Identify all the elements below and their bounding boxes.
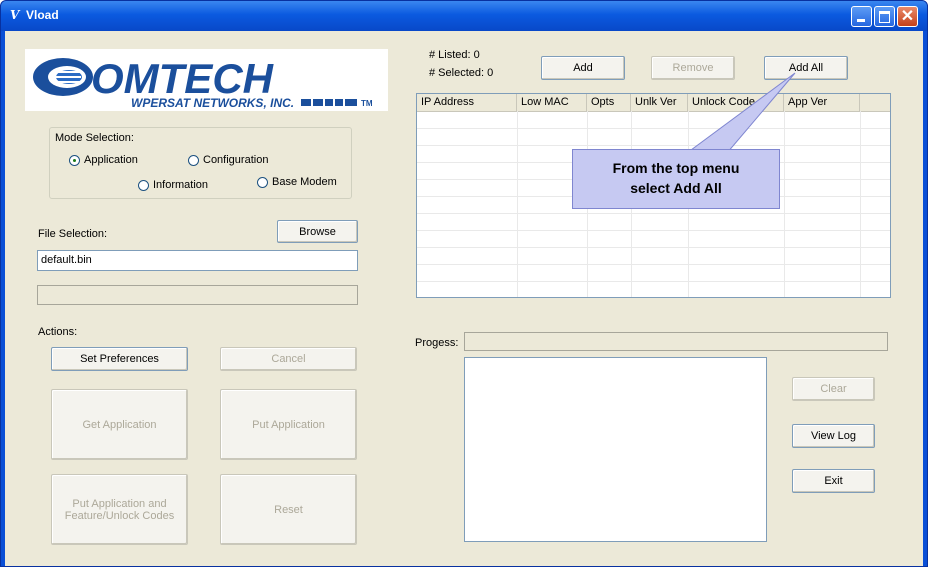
callout-line2: select Add All [630,180,722,196]
radio-application-indicator[interactable] [69,154,80,166]
put-application-and-codes-line2: Feature/Unlock Codes [64,509,175,522]
radio-base-modem-indicator[interactable] [257,176,268,188]
radio-application[interactable]: Application [69,154,138,166]
mode-selection-label: Mode Selection: [53,132,136,144]
view-log-button[interactable]: View Log [792,424,875,448]
maximize-button[interactable] [874,6,895,27]
column-header-opts[interactable]: Opts [587,94,631,111]
radio-base-modem[interactable]: Base Modem [257,176,337,188]
put-application-and-codes-line1: Put Application and [72,497,167,510]
column-header-ip-address[interactable]: IP Address [417,94,517,111]
reset-button[interactable]: Reset [220,474,357,545]
title-bar[interactable]: V Vload ✕ [1,1,927,31]
close-icon: ✕ [900,8,915,25]
radio-information-label: Information [153,179,209,191]
selected-count: # Selected: 0 [429,67,494,79]
log-output-area[interactable] [464,357,767,542]
comtech-logo: OMTECH WPERSAT NETWORKS, INC. TM [25,49,388,111]
radio-configuration-indicator[interactable] [188,154,199,166]
exit-button[interactable]: Exit [792,469,875,493]
app-icon: V [10,8,20,22]
listed-count: # Listed: 0 [429,49,480,61]
actions-label: Actions: [38,326,78,338]
comtech-logo-graphic: OMTECH WPERSAT NETWORKS, INC. TM [33,55,373,110]
file-selection-label: File Selection: [38,228,108,240]
logo-tm-text: TM [361,99,373,108]
minimize-icon [852,7,871,26]
minimize-button[interactable] [851,6,872,27]
logo-subtitle-text: WPERSAT NETWORKS, INC. [131,96,294,110]
close-button[interactable]: ✕ [897,6,918,27]
progress-label: Progess: [415,337,459,349]
table-header: IP Address Low MAC Opts Unlk Ver Unlock … [417,94,890,112]
put-application-and-codes-button[interactable]: Put Application and Feature/Unlock Codes [51,474,188,545]
radio-configuration[interactable]: Configuration [188,154,268,166]
radio-configuration-label: Configuration [203,154,269,166]
maximize-icon [875,7,894,26]
cancel-button[interactable]: Cancel [220,347,357,371]
radio-base-modem-label: Base Modem [272,176,337,188]
column-header-low-mac[interactable]: Low MAC [517,94,587,111]
progress-bar [464,332,888,351]
callout-line1: From the top menu [612,160,740,176]
app-window: V Vload ✕ OMTECH WPERSAT NETWORKS, INC. [0,0,928,567]
callout-box: From the top menu select Add All [572,149,780,209]
browse-button[interactable]: Browse [277,220,358,243]
add-button[interactable]: Add [541,56,625,80]
callout-text: From the top menu select Add All [573,158,779,198]
radio-information[interactable]: Information [138,179,208,191]
radio-information-indicator[interactable] [138,179,149,191]
get-application-button[interactable]: Get Application [51,389,188,460]
radio-application-label: Application [84,154,138,166]
logo-company-text: OMTECH [91,55,275,102]
file-progress-bar [37,285,358,305]
window-title: Vload [26,8,59,22]
window-client-area: OMTECH WPERSAT NETWORKS, INC. TM Mode Se… [5,31,923,566]
clear-button[interactable]: Clear [792,377,875,401]
put-application-button[interactable]: Put Application [220,389,357,460]
file-path-field[interactable]: default.bin [37,250,358,271]
set-preferences-button[interactable]: Set Preferences [51,347,188,371]
